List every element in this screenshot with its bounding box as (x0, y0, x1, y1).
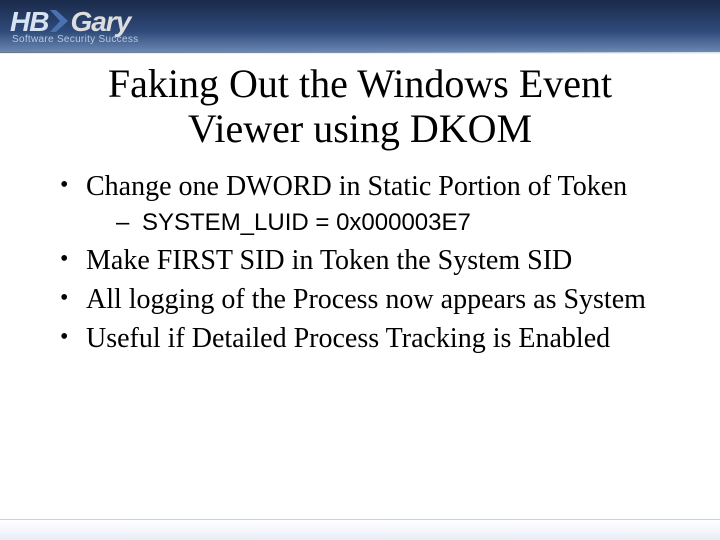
slide-body: Change one DWORD in Static Portion of To… (58, 170, 670, 361)
sub-list: SYSTEM_LUID = 0x000003E7 (86, 207, 670, 238)
bullet-list: Change one DWORD in Static Portion of To… (58, 170, 670, 355)
logo-arrow-icon (50, 10, 68, 37)
bullet-text: Change one DWORD in Static Portion of To… (86, 171, 627, 202)
sub-bullet-item: SYSTEM_LUID = 0x000003E7 (86, 207, 670, 238)
header-divider-light (0, 53, 720, 54)
footer-band (0, 520, 720, 540)
sub-bullet-text: SYSTEM_LUID = 0x000003E7 (142, 209, 471, 236)
header-bar: HB Gary Software Security Success (0, 0, 720, 52)
slide: HB Gary Software Security Success Faking… (0, 0, 720, 540)
bullet-item: Make FIRST SID in Token the System SID (58, 244, 670, 277)
bullet-text: Make FIRST SID in Token the System SID (86, 245, 572, 276)
slide-title: Faking Out the Windows Event Viewer usin… (50, 62, 670, 152)
bullet-item: Change one DWORD in Static Portion of To… (58, 170, 670, 238)
bullet-item: All logging of the Process now appears a… (58, 283, 670, 316)
bullet-text: All logging of the Process now appears a… (86, 284, 646, 315)
bullet-text: Useful if Detailed Process Tracking is E… (86, 323, 610, 354)
logo-tagline: Software Security Success (12, 34, 138, 45)
bullet-item: Useful if Detailed Process Tracking is E… (58, 322, 670, 355)
